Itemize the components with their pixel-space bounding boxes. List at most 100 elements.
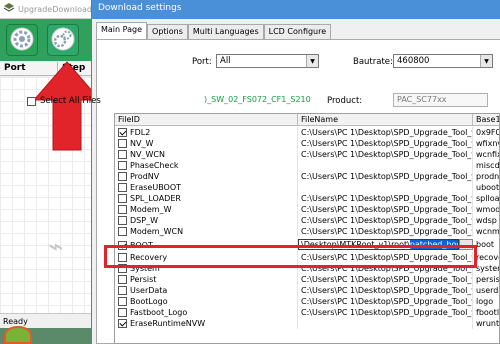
row-checkbox[interactable] <box>118 227 127 236</box>
background-toolbar <box>0 19 100 61</box>
app-icon <box>3 2 15 16</box>
table-row[interactable]: Fastboot_Logo C:\Users\PC 1\Desktop\SPD_U… <box>115 307 500 318</box>
version-text: )_SW_02_FS072_CF1_S210 <box>204 95 311 104</box>
row-checkbox[interactable] <box>118 172 127 181</box>
desktop-app-icon[interactable] <box>4 326 32 344</box>
filename-cell[interactable]: C:\Users\PC 1\Desktop\SPD_Upgrade_Tool_v… <box>298 193 473 204</box>
row-checkbox[interactable] <box>118 216 127 225</box>
row-checkbox[interactable] <box>118 183 127 192</box>
base-cell: logo <box>476 297 494 306</box>
column-filename[interactable]: FileName <box>298 114 473 125</box>
filename-cell[interactable]: C:\Users\PC 1\Desktop\SPD_Upgrade_Tool_v… <box>298 285 473 296</box>
baudrate-select[interactable]: 460800 ▼ <box>393 54 493 68</box>
fileid-text: UserData <box>130 286 168 295</box>
base-cell: userda <box>476 286 499 295</box>
table-row[interactable]: PhaseCheck miscda <box>115 160 500 171</box>
chevron-down-icon[interactable]: ▼ <box>306 55 318 67</box>
base-cell: wruntir <box>476 319 500 328</box>
baudrate-value: 460800 <box>397 56 430 66</box>
chevron-down-icon[interactable]: ▼ <box>480 55 492 67</box>
background-titlebar: UpgradeDownload <box>0 0 100 19</box>
table-row[interactable]: BootLogo C:\Users\PC 1\Desktop\SPD_Upgrad… <box>115 296 499 307</box>
row-checkbox[interactable] <box>118 194 127 203</box>
base-cell: splloa <box>476 194 500 203</box>
table-row[interactable]: SPL_LOADER C:\Users\PC 1\Desktop\SPD_Upgr… <box>115 193 500 204</box>
filename-cell[interactable] <box>298 318 473 329</box>
row-checkbox[interactable] <box>118 139 127 148</box>
base-cell: system <box>476 264 499 273</box>
load-packet-button[interactable] <box>6 24 38 56</box>
filename-cell[interactable]: C:\Users\PC 1\Desktop\SPD_Upgrade_Tool_v… <box>298 226 473 237</box>
fileid-text: NV_W <box>130 139 154 148</box>
table-row[interactable]: NV_WCN C:\Users\PC 1\Desktop\SPD_Upgrade_… <box>115 149 499 160</box>
tab-main-page[interactable]: Main Page <box>96 22 148 39</box>
tab-lcd-configure[interactable]: LCD Configure <box>263 24 332 39</box>
filename-cell[interactable]: C:\Users\PC 1\Desktop\SPD_Upgrade_Tool_v… <box>298 296 473 307</box>
settings-gears-icon <box>51 27 75 53</box>
filename-cell[interactable]: C:\Users\PC 1\Desktop\SPD_Upgrade_Tool_v… <box>298 204 473 215</box>
fileid-cell: Persist <box>115 274 298 285</box>
filename-cell[interactable]: C:\Users\PC 1\Desktop\SPD_Upgrade_Tool_v… <box>298 215 473 226</box>
filename-cell[interactable] <box>298 182 473 193</box>
row-checkbox[interactable] <box>118 150 127 159</box>
select-all-checkbox[interactable] <box>27 96 36 106</box>
filename-cell[interactable]: C:\Users\PC 1\Desktop\SPD_Upgrade_Tool_v… <box>298 149 473 160</box>
row-checkbox[interactable] <box>118 319 127 328</box>
row-checkbox[interactable] <box>118 275 127 284</box>
filename-cell[interactable]: C:\Users\PC 1\Desktop\SPD_Upgrade_Tool_v… <box>298 274 473 285</box>
base-cell: persist <box>476 275 500 284</box>
fileid-cell: NV_W <box>115 138 298 149</box>
product-label: Product: <box>327 96 363 106</box>
filename-cell[interactable]: C:\Users\PC 1\Desktop\SPD_Upgrade_Tool_v… <box>298 127 473 138</box>
fileid-cell: Modem_WCN <box>115 226 298 237</box>
row-checkbox[interactable] <box>118 161 127 170</box>
base-cell: wfixnv <box>476 139 500 148</box>
row-checkbox[interactable] <box>118 297 127 306</box>
table-row[interactable]: Modem_WCN C:\Users\PC 1\Desktop\SPD_Upgra… <box>115 226 500 237</box>
select-all-files[interactable]: Select All Files <box>27 96 101 106</box>
table-row[interactable]: FDL2 C:\Users\PC 1\Desktop\SPD_Upgrade_To… <box>115 127 499 138</box>
tab-multi-languages[interactable]: Multi Languages <box>187 24 264 39</box>
base-cell: recove <box>476 253 499 262</box>
base-cell: wcnmo <box>476 227 500 236</box>
fileid-cell: Fastboot_Logo <box>115 307 298 318</box>
column-fileid[interactable]: FileID <box>115 114 298 125</box>
fileid-text: DSP_W <box>130 216 158 225</box>
settings-button[interactable] <box>47 24 79 56</box>
fileid-cell: EraseUBOOT <box>115 182 298 193</box>
base-cell: uboot <box>476 183 500 192</box>
fileid-cell: PhaseCheck <box>115 160 298 171</box>
table-row[interactable]: NV_W C:\Users\PC 1\Desktop\SPD_Upgrade_To… <box>115 138 500 149</box>
base-cell: wdsp <box>476 216 497 225</box>
fileid-text: PhaseCheck <box>130 161 179 170</box>
column-base1[interactable]: Base1 <box>473 114 499 125</box>
watermark-glyph: ⌁ <box>48 232 64 262</box>
tab-strip: Main Page Options Multi Languages LCD Co… <box>96 22 332 39</box>
filename-cell[interactable]: C:\Users\PC 1\Desktop\SPD_Upgrade_Tool_v… <box>298 138 473 149</box>
background-window: UpgradeDownload Port Step ⌁ Ready <box>0 0 100 344</box>
table-row[interactable]: EraseUBOOT uboot <box>115 182 500 193</box>
table-row[interactable]: DSP_W C:\Users\PC 1\Desktop\SPD_Upgrade_T… <box>115 215 499 226</box>
table-row[interactable]: ProdNV C:\Users\PC 1\Desktop\SPD_Upgrade_… <box>115 171 499 182</box>
baudrate-label: Bautrate: <box>353 57 393 67</box>
table-row[interactable]: EraseRuntimeNVW wruntir <box>115 318 500 329</box>
product-field: PAC_SC77xx <box>393 93 488 107</box>
row-checkbox[interactable] <box>118 286 127 295</box>
base-cell: boot <box>476 240 495 249</box>
row-checkbox[interactable] <box>118 128 127 137</box>
filename-cell[interactable]: C:\Users\PC 1\Desktop\SPD_Upgrade_Tool_v… <box>298 171 473 182</box>
port-select[interactable]: All ▼ <box>216 54 319 68</box>
filename-cell[interactable] <box>298 160 473 171</box>
table-row[interactable]: Persist C:\Users\PC 1\Desktop\SPD_Upgrade… <box>115 274 500 285</box>
base-cell: fbootlo <box>476 308 500 317</box>
table-row[interactable]: Modem_W C:\Users\PC 1\Desktop\SPD_Upgrade… <box>115 204 499 215</box>
filename-cell[interactable]: C:\Users\PC 1\Desktop\SPD_Upgrade_Tool_v… <box>298 307 473 318</box>
table-header: FileID FileName Base1 <box>115 114 499 126</box>
tab-options[interactable]: Options <box>147 24 188 39</box>
row-checkbox[interactable] <box>118 308 127 317</box>
file-table: FileID FileName Base1 FDL2 C:\Users\PC 1\… <box>114 113 500 344</box>
row-checkbox[interactable] <box>118 205 127 214</box>
table-row[interactable]: UserData C:\Users\PC 1\Desktop\SPD_Upgrad… <box>115 285 499 296</box>
fileid-text: EraseUBOOT <box>130 183 182 192</box>
base-cell: miscda <box>476 161 500 170</box>
